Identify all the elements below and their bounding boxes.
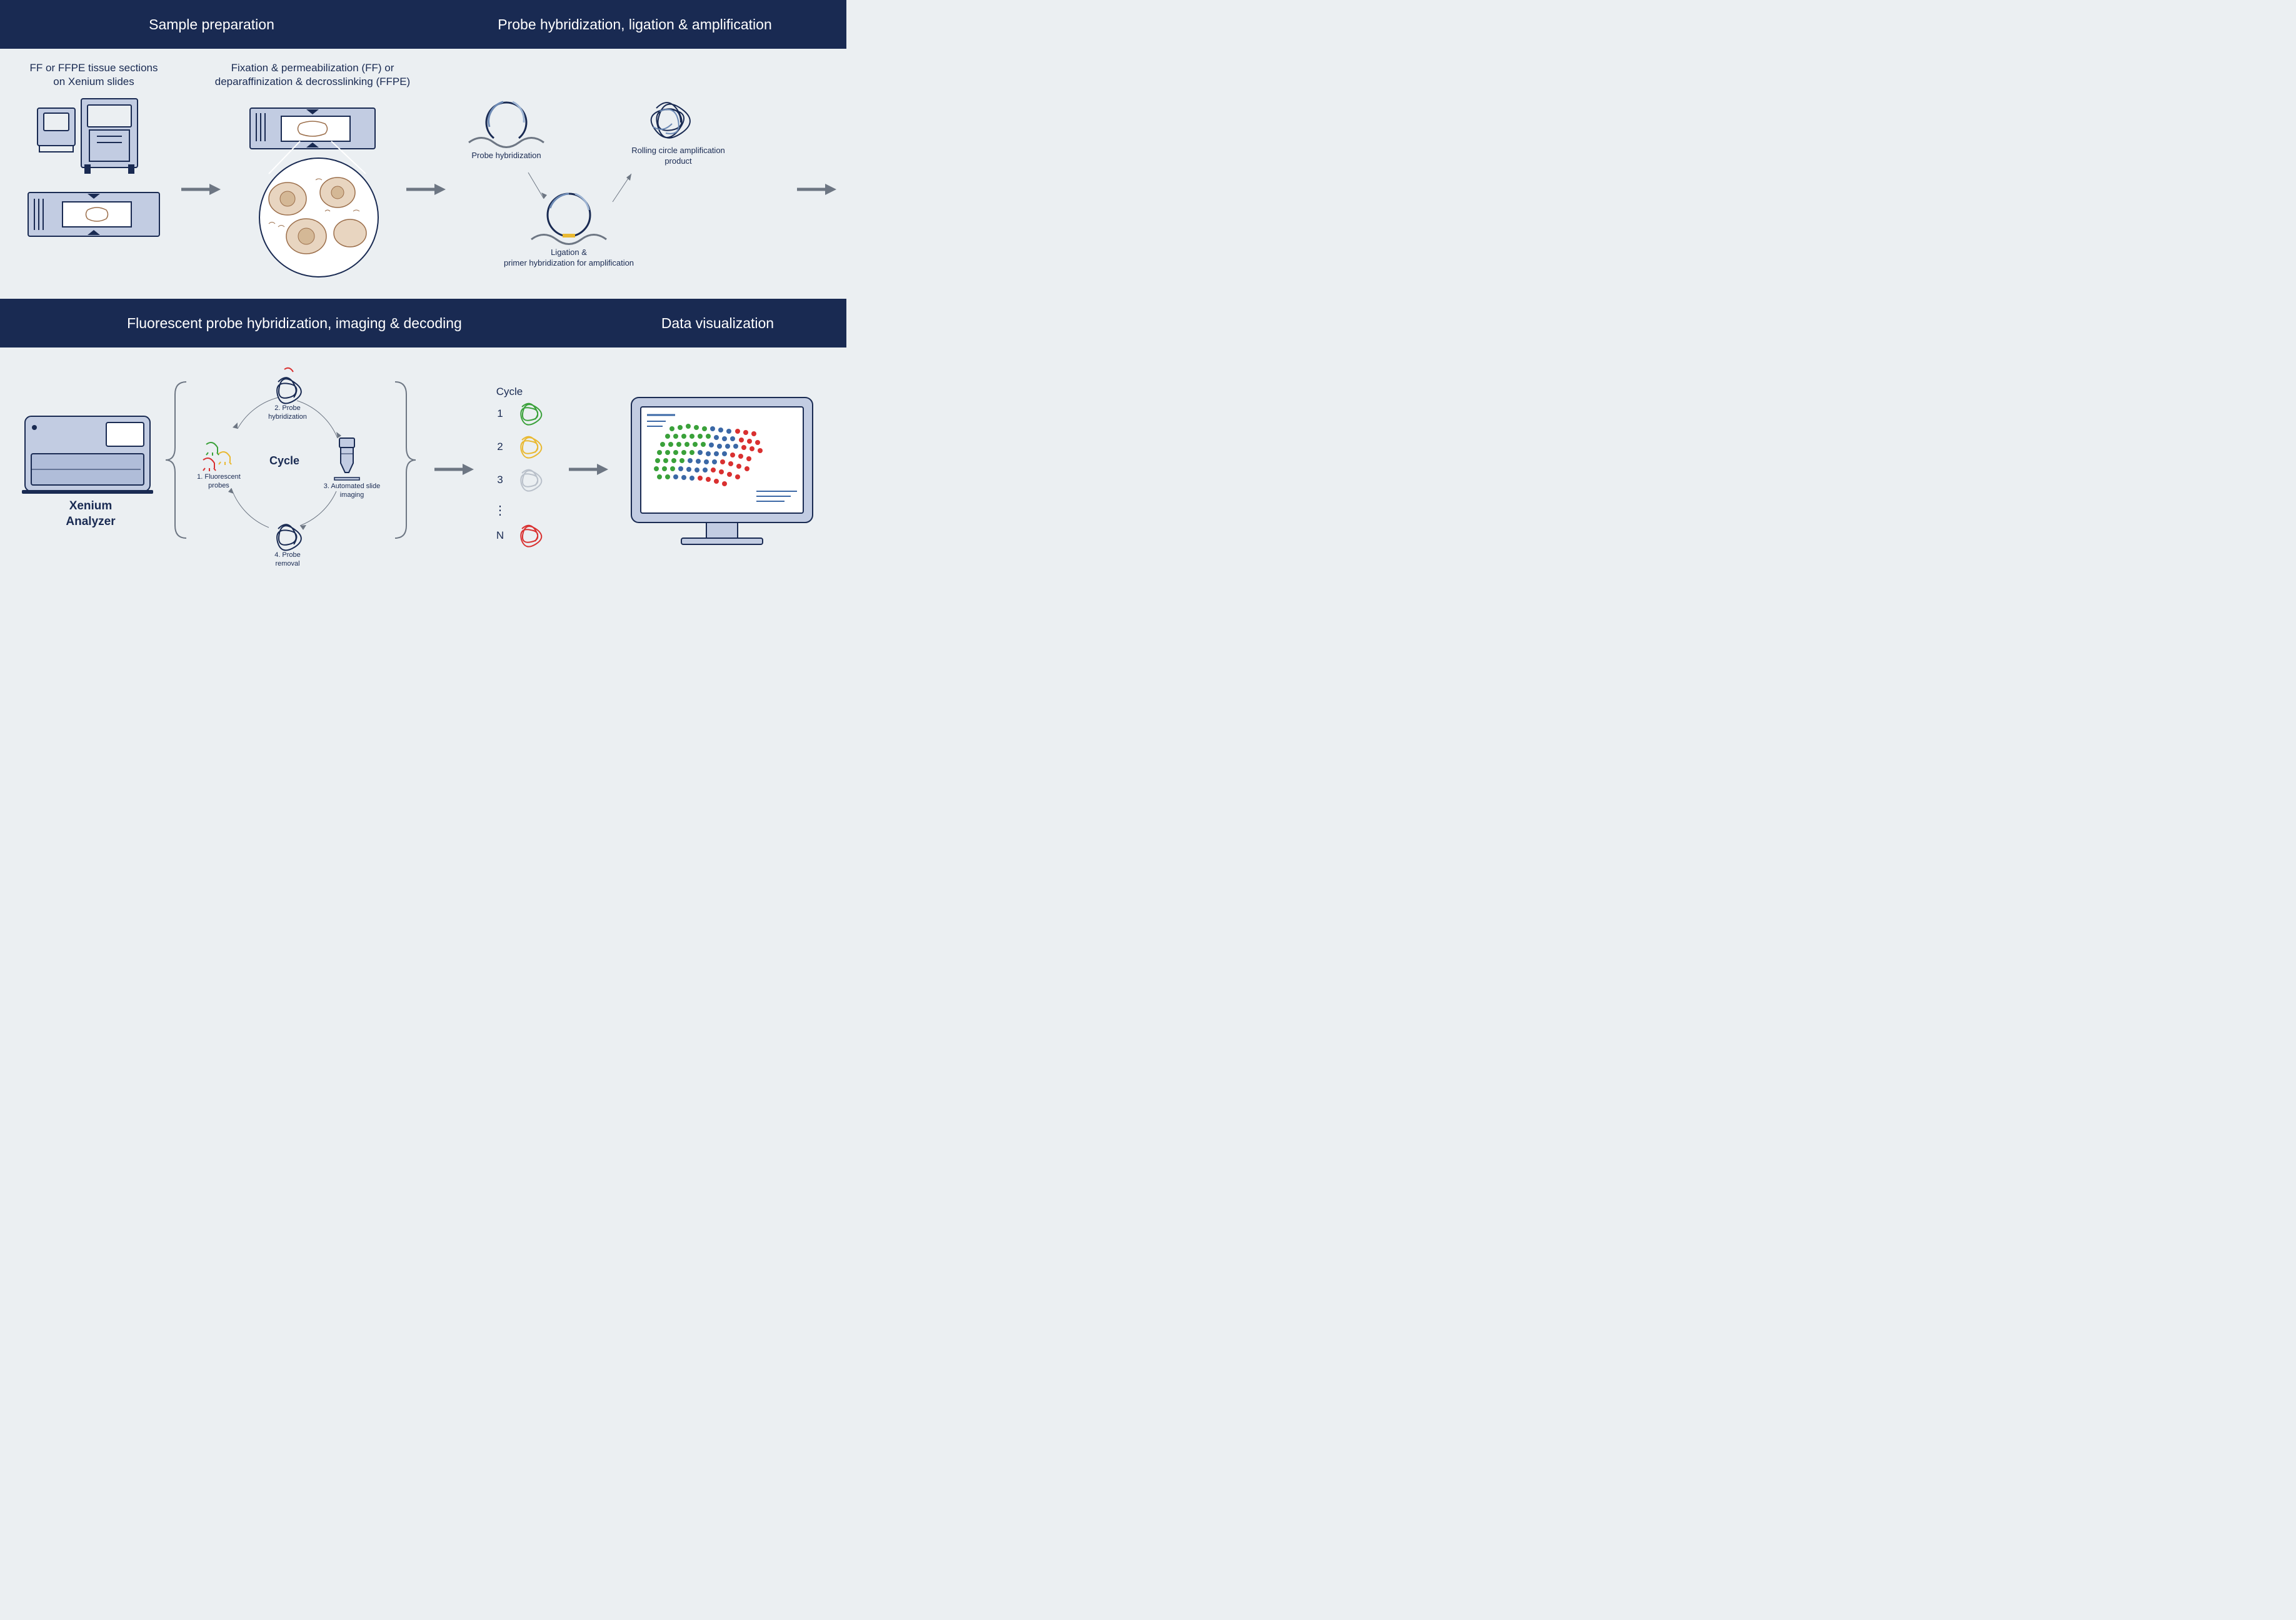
xenium-analyzer-icon bbox=[22, 416, 153, 494]
arrow-icon bbox=[797, 184, 836, 195]
header-viz: Data visualization bbox=[589, 315, 846, 332]
probe-removal-icon bbox=[277, 524, 301, 550]
header-row-1: Sample preparation Probe hybridization, … bbox=[0, 0, 846, 49]
brace-left-icon bbox=[166, 382, 186, 538]
ligation-icon bbox=[531, 194, 606, 244]
step1-label: 1. Fluorescent probes bbox=[188, 472, 250, 491]
step3-label: 3. Automated slide imaging bbox=[318, 482, 386, 500]
rca-label: Rolling circle amplification product bbox=[606, 146, 750, 167]
cycle-3-row: 3 bbox=[491, 470, 541, 491]
arrow-icon bbox=[181, 184, 221, 195]
flow-arrow-icon bbox=[528, 172, 547, 199]
cycle-diagram: Cycle 1. Fluorescent probes 2. Probe hyb… bbox=[188, 368, 386, 571]
cycle-nN: N bbox=[491, 529, 509, 542]
cycle-col-label: Cycle bbox=[488, 385, 531, 399]
header-fluor: Fluorescent probe hybridization, imaging… bbox=[0, 315, 589, 332]
col2-title: Fixation & permeabilization (FF) or depa… bbox=[213, 61, 413, 89]
sectioning-equipment-icon bbox=[38, 99, 138, 174]
flow-arrow-icon bbox=[613, 174, 631, 202]
ligation-label: Ligation & primer hybridization for ampl… bbox=[494, 248, 644, 269]
cycle-2-row: 2 bbox=[491, 437, 541, 458]
header-sample-prep: Sample preparation bbox=[0, 16, 423, 33]
cycle-n2: 2 bbox=[491, 440, 509, 454]
cell-magnified-icon bbox=[259, 158, 378, 277]
brace-right-icon bbox=[395, 382, 416, 538]
col1-title: FF or FFPE tissue sections on Xenium sli… bbox=[13, 61, 175, 89]
row1-content: FF or FFPE tissue sections on Xenium sli… bbox=[0, 49, 846, 299]
header-row-2: Fluorescent probe hybridization, imaging… bbox=[0, 299, 846, 348]
cycle-n3: 3 bbox=[491, 473, 509, 487]
cycle-center: Cycle bbox=[259, 454, 309, 468]
xenium-slide-icon bbox=[28, 192, 159, 236]
header-probe-hyb: Probe hybridization, ligation & amplific… bbox=[423, 16, 846, 33]
fluorescent-probes-icon bbox=[203, 442, 231, 471]
probe-hyb-icon bbox=[469, 102, 544, 148]
probe-hyb-ball-icon bbox=[277, 368, 301, 404]
monitor-icon bbox=[631, 398, 813, 544]
arrow-icon bbox=[434, 464, 474, 475]
step4-label: 4. Probe removal bbox=[256, 551, 319, 569]
analyzer-label: Xenium Analyzer bbox=[44, 499, 138, 529]
step2-label: 2. Probe hybridization bbox=[250, 404, 325, 422]
microscope-objective-icon bbox=[334, 438, 359, 480]
cycle-n1: 1 bbox=[491, 407, 509, 421]
cycle-dots: ⋮ bbox=[491, 502, 509, 519]
probe-hyb-label: Probe hybridization bbox=[456, 151, 556, 161]
arrow-icon bbox=[569, 464, 608, 475]
arrow-icon bbox=[406, 184, 446, 195]
row2-content: Xenium Analyzer Cycle 1. Fluorescent pro… bbox=[0, 348, 846, 598]
cycle-N-row: N bbox=[491, 526, 541, 547]
cycle-1-row: 1 bbox=[491, 404, 541, 425]
rca-product-icon bbox=[651, 102, 690, 138]
